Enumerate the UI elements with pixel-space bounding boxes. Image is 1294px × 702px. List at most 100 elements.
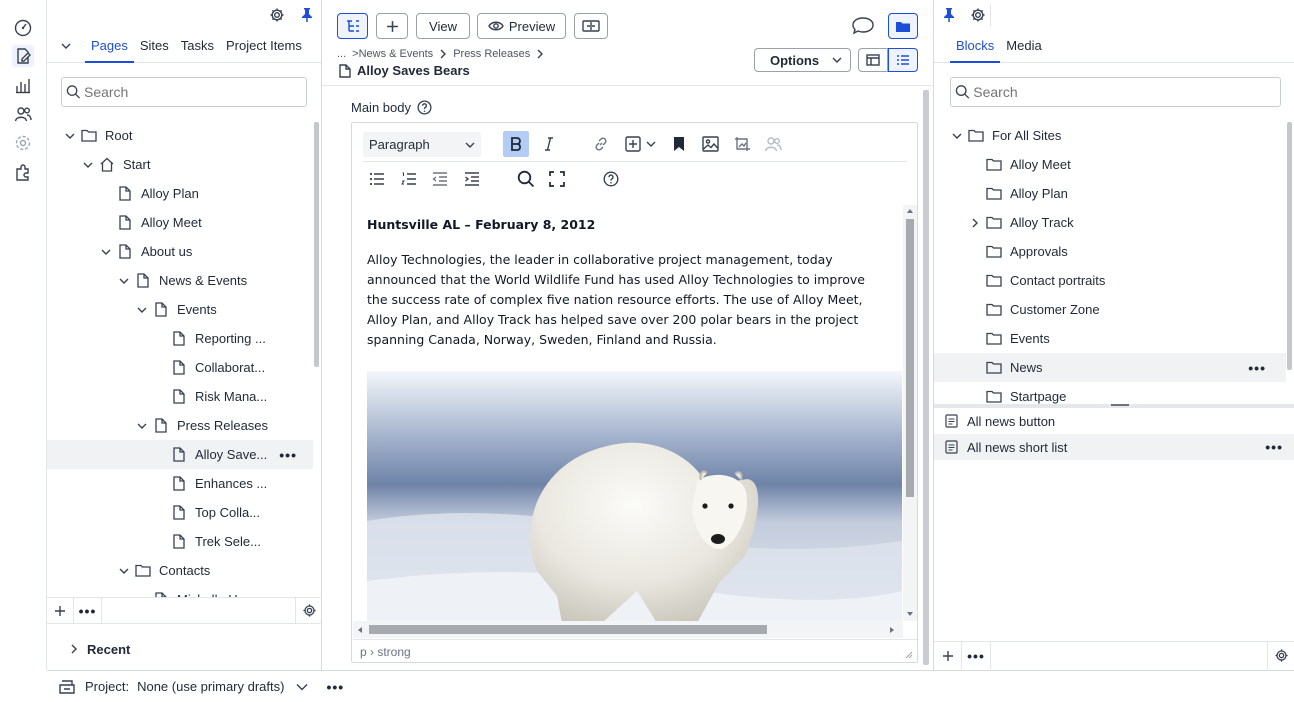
chevron-down-icon[interactable] [117,564,131,578]
assets-search-input[interactable] [970,84,1280,100]
editor-area-scrollbar[interactable] [923,90,929,665]
breadcrumb-ellipsis[interactable]: ... [337,48,346,60]
scroll-up-icon[interactable] [906,208,914,214]
addons-icon[interactable] [12,161,34,183]
tree-node-news-events[interactable]: News & Events [47,266,313,295]
tree-node-start[interactable]: Start [47,150,313,179]
recent-section[interactable]: Recent [47,636,322,662]
preview-button[interactable]: Preview [477,13,566,39]
help-icon[interactable] [417,100,432,115]
tree-node-alloy-plan[interactable]: Alloy Plan [47,179,313,208]
anchor-button[interactable] [666,131,692,157]
insert-image-button[interactable] [697,131,723,157]
project-value[interactable]: None (use primary drafts) [137,679,284,694]
all-properties-button[interactable] [888,48,918,72]
block-menu-icon[interactable]: ••• [1265,439,1283,455]
chevron-down-icon[interactable] [99,245,113,259]
chevron-down-icon[interactable] [135,419,149,433]
block-item-all-news-button[interactable]: All news button [934,408,1294,434]
chevron-down-icon[interactable] [63,129,77,143]
folder-node-customer-zone[interactable]: Customer Zone [934,295,1286,324]
assets-settings-icon[interactable] [1267,642,1294,669]
add-page-icon[interactable] [47,597,74,624]
insert-block-dropdown[interactable] [644,131,658,157]
tab-tasks[interactable]: Tasks [175,30,220,63]
page-search-input[interactable] [80,84,306,100]
content-vertical-scrollbar[interactable] [903,205,917,621]
tree-node-contacts[interactable]: Contacts [47,556,313,585]
folder-node-contact-portraits[interactable]: Contact portraits [934,266,1286,295]
tree-node-events[interactable]: Events [47,295,313,324]
folder-tree-scrollbar[interactable] [1287,122,1292,370]
editor-help-button[interactable] [598,166,624,192]
chevron-down-icon[interactable] [135,303,149,317]
tree-node-alloy-save[interactable]: Alloy Save... ••• [47,440,313,469]
tab-media[interactable]: Media [1000,30,1047,63]
chevron-down-icon[interactable] [296,683,308,691]
tree-node-root[interactable]: Root [47,121,313,150]
content-horizontal-scrollbar[interactable] [353,621,903,638]
dashboard-icon[interactable] [12,17,34,39]
assets-panel-button[interactable] [888,13,918,39]
folder-node-alloy-meet[interactable]: Alloy Meet [934,150,1286,179]
folder-node-alloy-track[interactable]: Alloy Track [934,208,1286,237]
chevron-down-icon[interactable] [950,129,964,143]
tree-node-trek-sele[interactable]: Trek Sele... [47,527,313,556]
edit-image-button[interactable] [729,131,755,157]
chevron-down-icon[interactable] [117,274,131,288]
pin-icon[interactable] [296,4,318,26]
tab-project-items[interactable]: Project Items [220,30,308,63]
folder-menu-icon[interactable]: ••• [1248,360,1266,376]
resize-handle-icon[interactable] [904,650,913,659]
settings-icon[interactable] [12,132,34,154]
add-block-icon[interactable] [934,642,962,669]
chevron-right-icon[interactable] [968,216,982,230]
panel-settings-icon[interactable] [264,4,289,26]
bold-button[interactable] [503,131,529,157]
folder-node-startpage[interactable]: Startpage [934,382,1286,404]
tree-node-michelle-her[interactable]: Michelle Her... [47,585,313,597]
edit-pages-icon[interactable] [12,45,34,67]
folder-node-events[interactable]: Events [934,324,1286,353]
tree-scrollbar[interactable] [314,122,319,367]
node-menu-icon[interactable]: ••• [279,447,297,463]
view-button[interactable]: View [416,13,470,39]
options-dropdown[interactable]: Options [754,48,851,72]
link-button[interactable] [588,131,614,157]
page-search-box[interactable] [61,77,307,107]
folder-node-approvals[interactable]: Approvals [934,237,1286,266]
pin-icon[interactable] [938,4,960,26]
tree-node-reporting[interactable]: Reporting ... [47,324,313,353]
users-icon[interactable] [12,103,34,125]
assets-search-box[interactable] [950,77,1281,107]
tree-node-risk-mana[interactable]: Risk Mana... [47,382,313,411]
tree-node-about-us[interactable]: About us [47,237,313,266]
outdent-button[interactable] [427,166,453,192]
folder-node-for-all-sites[interactable]: For All Sites [934,121,1286,150]
personalize-button[interactable] [760,131,786,157]
italic-button[interactable] [536,131,562,157]
format-select[interactable]: Paragraph [363,132,481,157]
chevron-down-icon[interactable] [81,158,95,172]
tree-node-top-colla[interactable]: Top Colla... [47,498,313,527]
numbered-list-button[interactable] [396,166,422,192]
panel-settings-icon[interactable] [966,4,991,26]
folder-node-alloy-plan[interactable]: Alloy Plan [934,179,1286,208]
block-item-all-news-short-list[interactable]: All news short list ••• [934,434,1294,460]
layout-view-button[interactable] [858,48,888,72]
tab-blocks[interactable]: Blocks [950,30,1001,63]
more-options-icon[interactable]: ••• [962,642,991,669]
tree-node-alloy-meet[interactable]: Alloy Meet [47,208,313,237]
tab-pages[interactable]: Pages [85,30,134,63]
project-more-icon[interactable]: ••• [326,679,344,695]
scroll-left-icon[interactable] [357,626,363,634]
bullet-list-button[interactable] [364,166,390,192]
tree-node-press-releases[interactable]: Press Releases [47,411,313,440]
more-options-icon[interactable]: ••• [74,597,102,624]
editor-content[interactable]: Huntsville AL – February 8, 2012 Alloy T… [353,205,902,621]
toggle-navigation-button[interactable] [337,13,368,39]
add-content-button[interactable] [376,13,408,39]
scroll-down-icon[interactable] [906,611,914,617]
compare-button[interactable] [574,13,608,39]
folder-node-news[interactable]: News ••• [934,353,1286,382]
